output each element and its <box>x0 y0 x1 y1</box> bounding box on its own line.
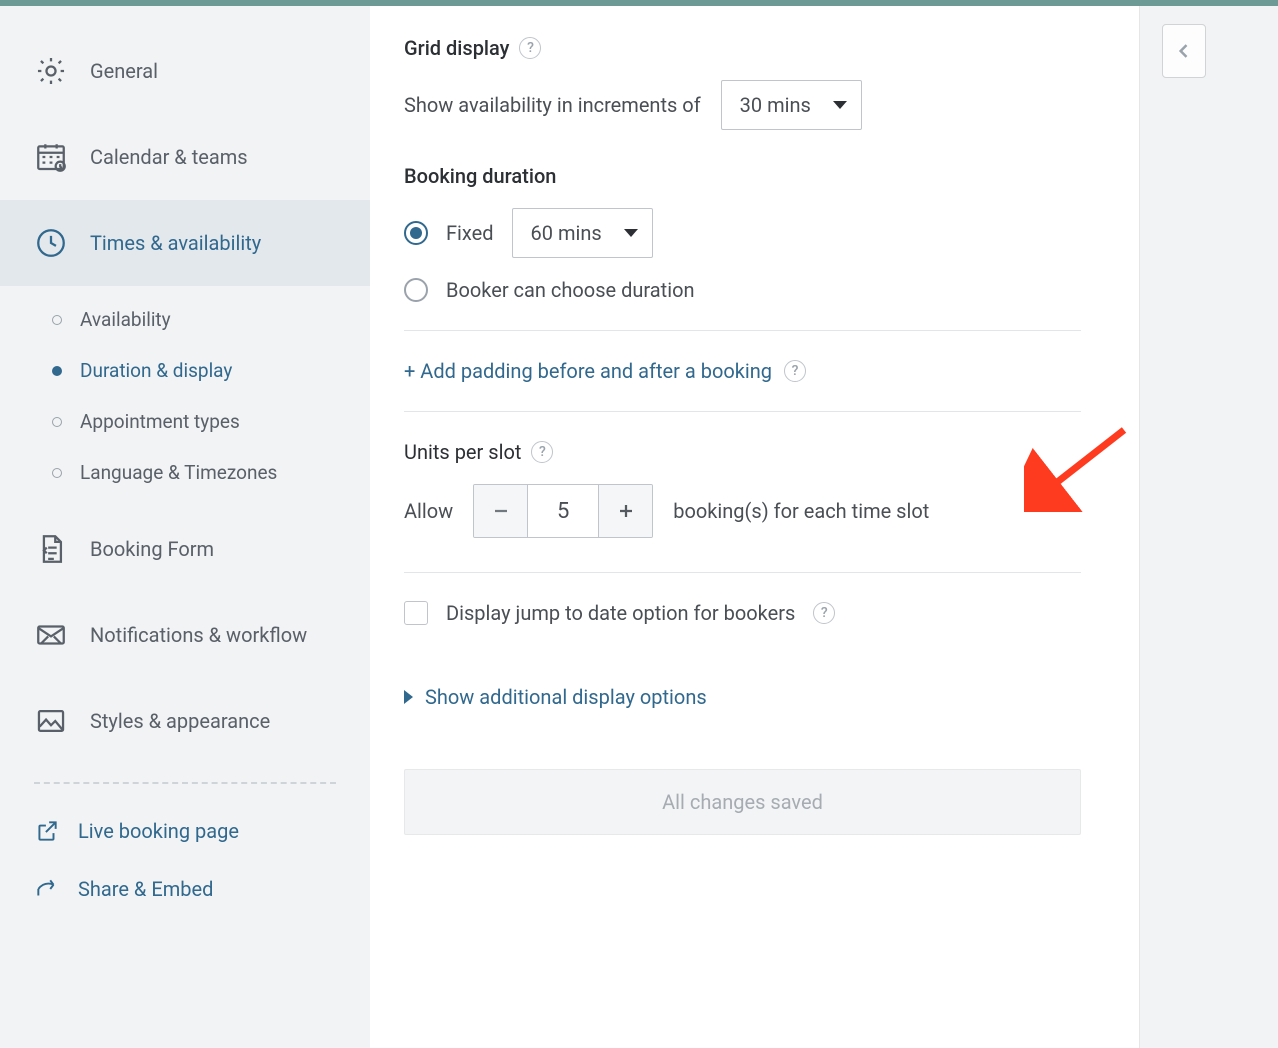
section-title-units-per-slot: Units per slot ? <box>404 440 1081 464</box>
save-status-bar: All changes saved <box>404 769 1081 835</box>
sidebar-item-styles-appearance[interactable]: Styles & appearance <box>0 678 370 764</box>
radio-booker-choose-label: Booker can choose duration <box>446 278 695 302</box>
help-icon[interactable]: ? <box>519 37 541 59</box>
sidebar-item-label: Times & availability <box>90 231 261 255</box>
units-value[interactable]: 5 <box>528 485 598 537</box>
divider <box>404 411 1081 412</box>
increments-select[interactable]: 30 mins <box>721 80 862 130</box>
increment-button[interactable] <box>598 485 652 537</box>
additional-display-toggle[interactable]: Show additional display options <box>404 685 1081 709</box>
sidebar-divider <box>34 782 336 784</box>
image-icon <box>34 704 68 738</box>
sidebar-item-label: General <box>90 59 158 83</box>
fixed-duration-select[interactable]: 60 mins <box>512 208 653 258</box>
sub-item-duration-display[interactable]: Duration & display <box>0 345 370 396</box>
sub-item-label: Language & Timezones <box>80 461 277 484</box>
link-share-embed[interactable]: Share & Embed <box>0 860 370 918</box>
sidebar: General Calendar & teams Times & availab… <box>0 6 370 1048</box>
help-icon[interactable]: ? <box>784 360 806 382</box>
minus-icon <box>492 502 510 520</box>
collapse-panel-button[interactable] <box>1162 24 1206 78</box>
caret-down-icon <box>833 101 847 109</box>
divider <box>404 330 1081 331</box>
section-title-text: Grid display <box>404 36 509 60</box>
link-label: Live booking page <box>78 819 239 843</box>
bullet-icon <box>52 417 62 427</box>
sidebar-item-general[interactable]: General <box>0 28 370 114</box>
save-status-text: All changes saved <box>662 790 823 814</box>
sub-item-language-timezones[interactable]: Language & Timezones <box>0 447 370 498</box>
divider <box>404 572 1081 573</box>
share-icon <box>34 876 60 902</box>
jump-to-date-label: Display jump to date option for bookers <box>446 601 795 625</box>
decrement-button[interactable] <box>474 485 528 537</box>
sidebar-item-notifications-workflow[interactable]: Notifications & workflow <box>0 592 370 678</box>
section-title-text: Booking duration <box>404 164 556 188</box>
gear-icon <box>34 54 68 88</box>
clock-icon <box>34 226 68 260</box>
envelope-icon <box>34 618 68 652</box>
sidebar-item-booking-form[interactable]: Booking Form <box>0 506 370 592</box>
sub-item-label: Availability <box>80 308 171 331</box>
sub-item-availability[interactable]: Availability <box>0 294 370 345</box>
sub-item-label: Duration & display <box>80 359 232 382</box>
jump-to-date-checkbox[interactable] <box>404 601 428 625</box>
radio-fixed-label: Fixed <box>446 221 494 245</box>
increments-label: Show availability in increments of <box>404 93 701 117</box>
units-prefix: Allow <box>404 499 453 523</box>
sidebar-item-label: Notifications & workflow <box>90 623 307 647</box>
increments-value: 30 mins <box>740 93 811 117</box>
add-padding-link[interactable]: + Add padding before and after a booking <box>404 359 772 383</box>
caret-down-icon <box>624 229 638 237</box>
form-icon <box>34 532 68 566</box>
section-title-text: Units per slot <box>404 440 521 464</box>
link-label: Share & Embed <box>78 877 213 901</box>
link-live-booking-page[interactable]: Live booking page <box>0 802 370 860</box>
sidebar-item-label: Styles & appearance <box>90 709 270 733</box>
sidebar-item-label: Calendar & teams <box>90 145 248 169</box>
sidebar-item-calendar-teams[interactable]: Calendar & teams <box>0 114 370 200</box>
calendar-icon <box>34 140 68 174</box>
sub-item-appointment-types[interactable]: Appointment types <box>0 396 370 447</box>
plus-icon <box>617 502 635 520</box>
units-stepper: 5 <box>473 484 653 538</box>
settings-panel: Grid display ? Show availability in incr… <box>370 6 1140 1048</box>
bullet-icon <box>52 366 62 376</box>
sub-item-label: Appointment types <box>80 410 240 433</box>
fixed-duration-value: 60 mins <box>531 221 602 245</box>
external-link-icon <box>34 818 60 844</box>
bullet-icon <box>52 315 62 325</box>
additional-display-label: Show additional display options <box>425 685 707 709</box>
sidebar-subnav: Availability Duration & display Appointm… <box>0 286 370 506</box>
radio-fixed[interactable] <box>404 221 428 245</box>
section-title-grid-display: Grid display ? <box>404 36 1081 60</box>
sidebar-item-label: Booking Form <box>90 537 214 561</box>
chevron-left-icon <box>1174 39 1194 63</box>
radio-booker-choose[interactable] <box>404 278 428 302</box>
section-title-booking-duration: Booking duration <box>404 164 1081 188</box>
help-icon[interactable]: ? <box>813 602 835 624</box>
units-suffix: booking(s) for each time slot <box>673 499 929 523</box>
chevron-right-icon <box>404 690 413 704</box>
sidebar-item-times-availability[interactable]: Times & availability <box>0 200 370 286</box>
help-icon[interactable]: ? <box>531 441 553 463</box>
bullet-icon <box>52 468 62 478</box>
